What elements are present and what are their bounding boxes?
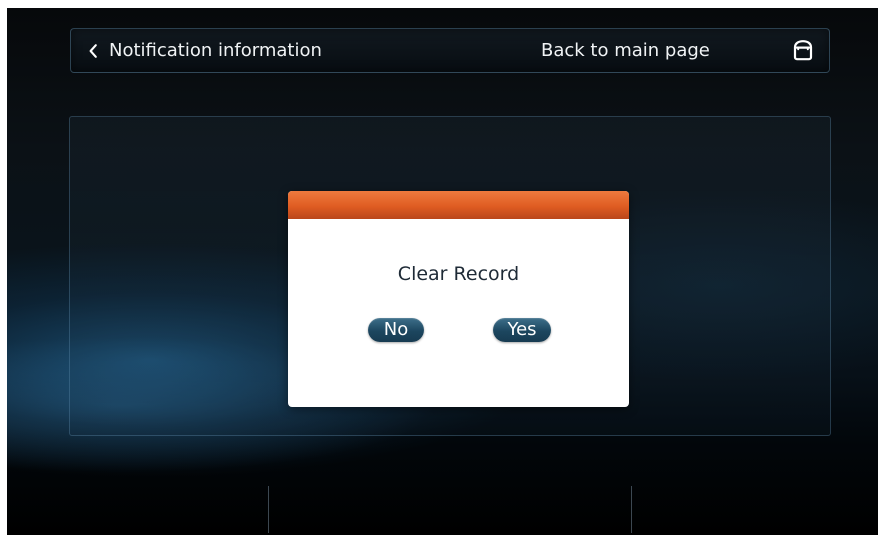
no-button[interactable]: No [368, 318, 424, 342]
frame-top [0, 0, 881, 8]
footer-divider-right [631, 486, 632, 533]
header-bar: Notification information Back to main pa… [70, 28, 830, 73]
back-button[interactable]: Notification information [87, 39, 322, 63]
clear-record-dialog: Clear Record No Yes [288, 191, 629, 407]
back-to-main-page-link[interactable]: Back to main page [541, 39, 710, 63]
dialog-title: Clear Record [397, 263, 520, 285]
chevron-left-icon [87, 42, 99, 60]
home-button[interactable] [789, 39, 817, 65]
home-icon [791, 39, 815, 65]
footer-divider-left [268, 486, 269, 533]
frame-left [0, 0, 7, 535]
dialog-header [288, 191, 629, 219]
yes-button[interactable]: Yes [493, 318, 551, 342]
page-title: Notification information [109, 40, 322, 61]
screen: Notification information Back to main pa… [0, 0, 881, 535]
